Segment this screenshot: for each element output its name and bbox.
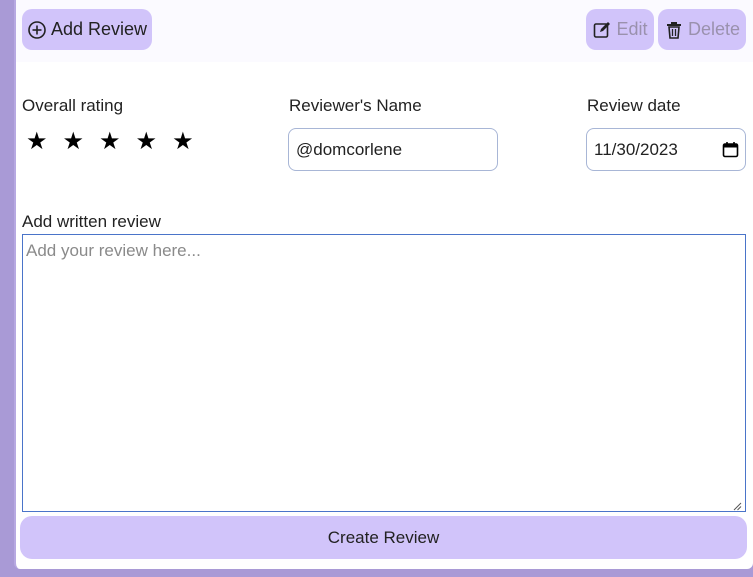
- add-review-button[interactable]: Add Review: [22, 9, 152, 50]
- star-rating[interactable]: ★ ★ ★ ★ ★: [26, 130, 194, 154]
- delete-button[interactable]: Delete: [658, 9, 746, 50]
- create-review-button[interactable]: Create Review: [20, 516, 747, 559]
- create-review-label: Create Review: [327, 527, 440, 547]
- plus-circle-icon: [27, 20, 47, 40]
- review-date-label: Review date: [587, 96, 681, 115]
- add-review-label: Add Review: [50, 19, 148, 39]
- star-icon[interactable]: ★: [99, 130, 121, 154]
- resize-grip-icon[interactable]: [732, 498, 742, 511]
- written-review-label: Add written review: [22, 212, 161, 231]
- review-textarea[interactable]: [22, 234, 746, 512]
- delete-label: Delete: [687, 19, 741, 39]
- pencil-square-icon: [592, 20, 612, 40]
- reviewer-name-label: Reviewer's Name: [289, 96, 422, 115]
- star-icon[interactable]: ★: [136, 130, 158, 154]
- review-date-value: 11/30/2023: [594, 139, 678, 159]
- trash-icon: [664, 20, 684, 40]
- review-panel: Add Review Edit Delete Overall rating ★ …: [14, 0, 753, 569]
- edit-button[interactable]: Edit: [586, 9, 654, 50]
- review-date-input[interactable]: 11/30/2023: [586, 128, 746, 171]
- calendar-icon[interactable]: [722, 141, 739, 158]
- edit-label: Edit: [616, 19, 648, 39]
- star-icon[interactable]: ★: [63, 130, 85, 154]
- star-icon[interactable]: ★: [26, 130, 48, 154]
- rating-label: Overall rating: [22, 96, 124, 115]
- reviewer-name-input[interactable]: [288, 128, 498, 171]
- star-icon[interactable]: ★: [172, 130, 194, 154]
